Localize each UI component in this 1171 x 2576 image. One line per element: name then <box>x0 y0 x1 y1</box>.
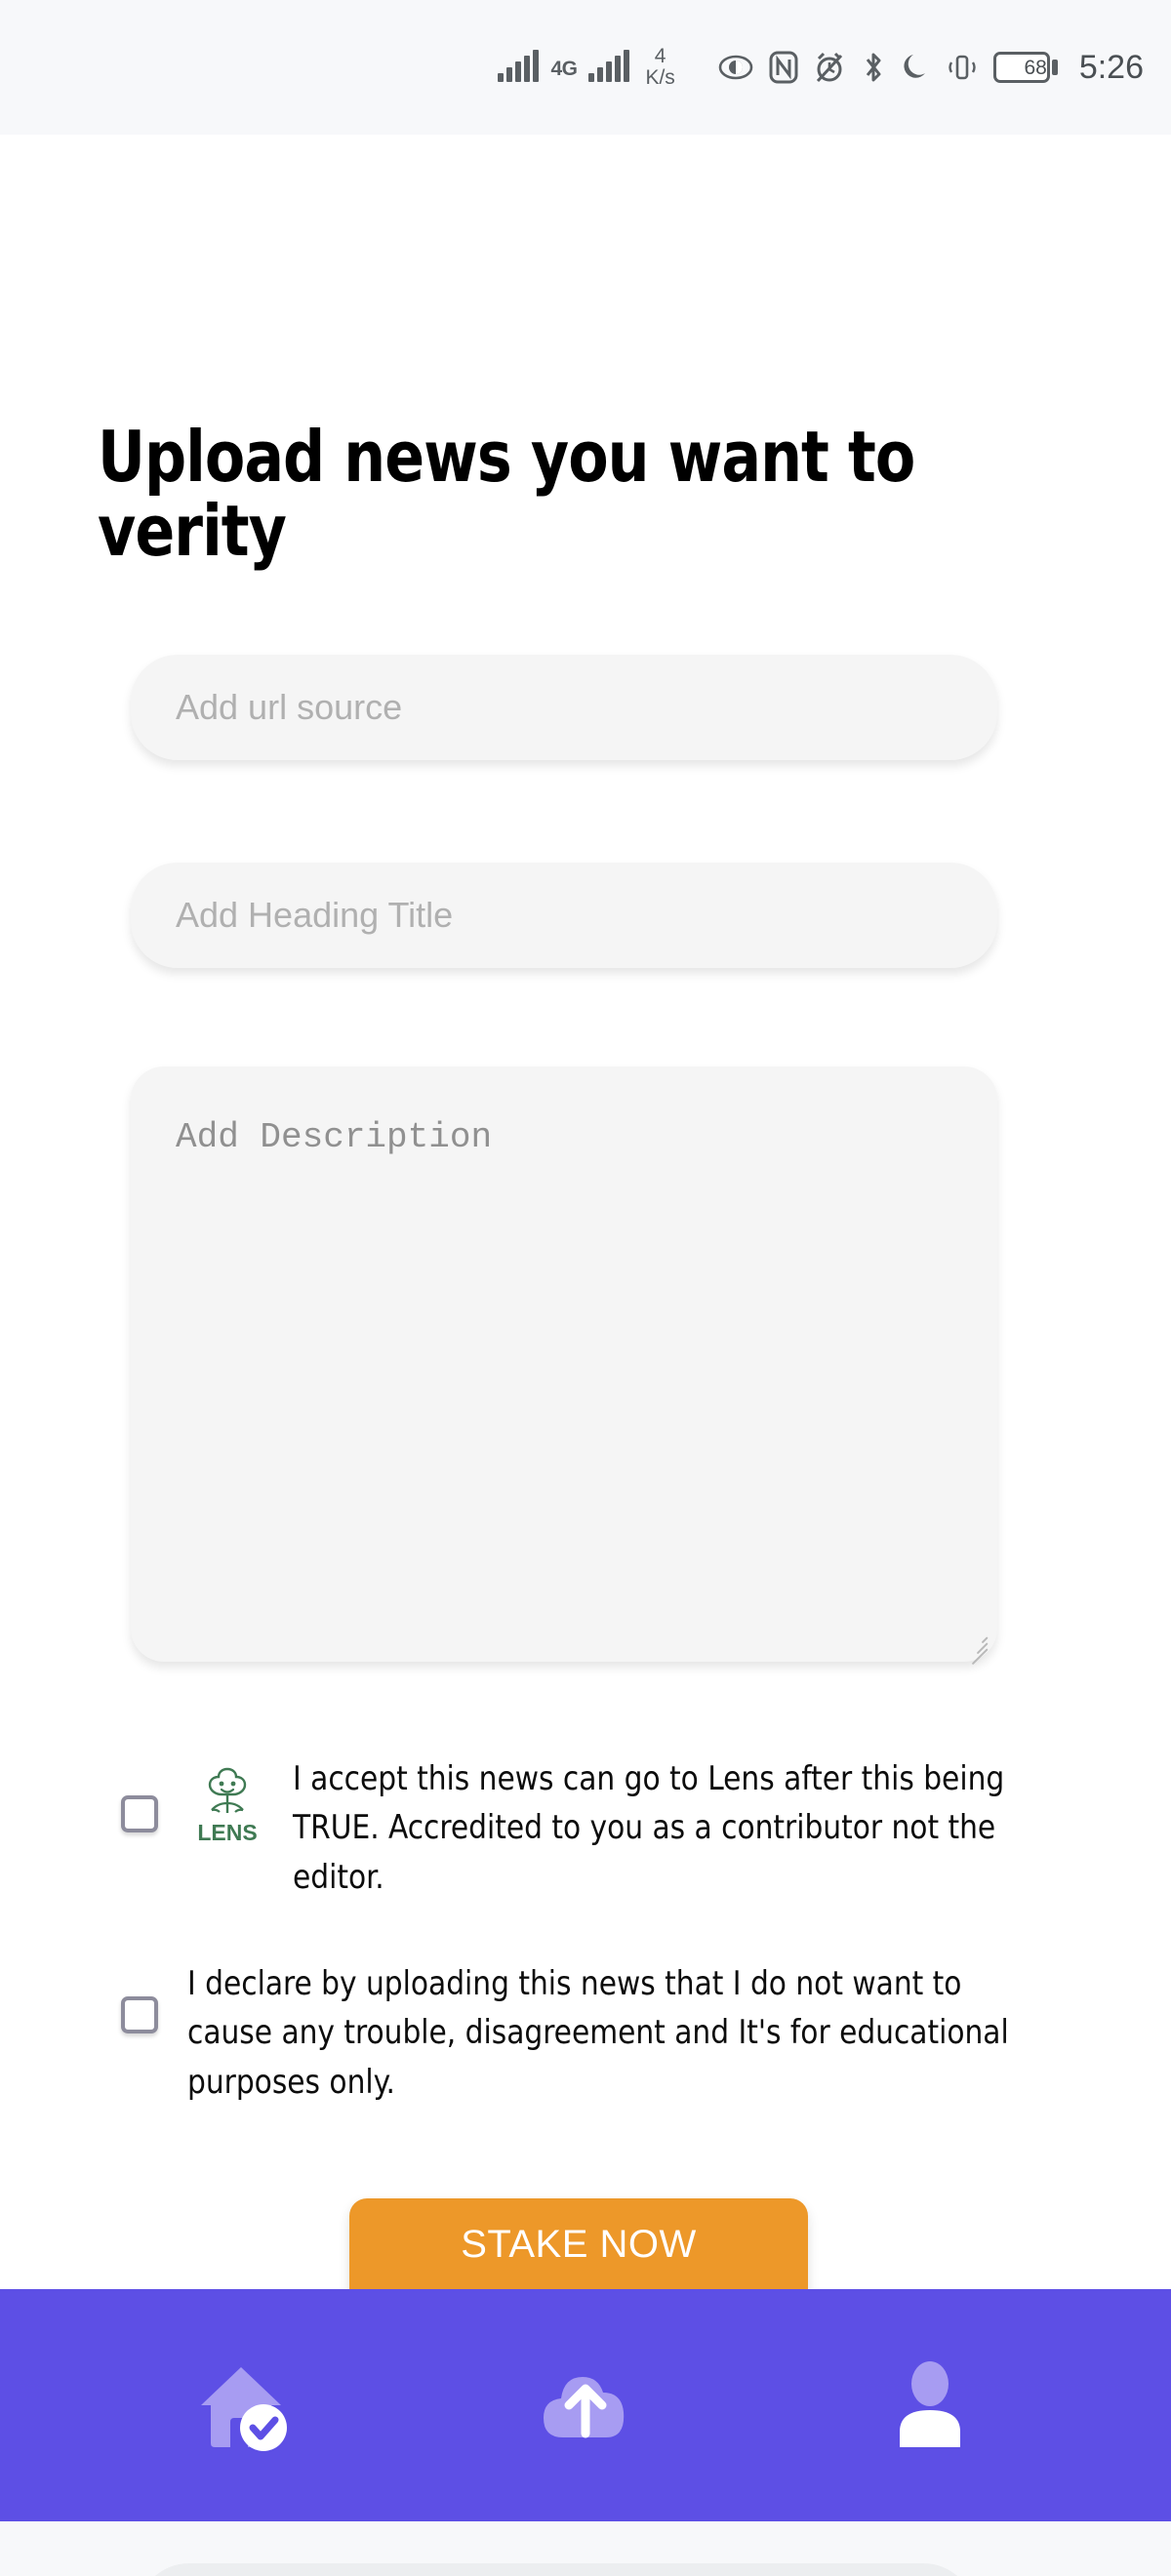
vibrate-icon <box>947 52 978 83</box>
url-source-input[interactable] <box>131 655 997 760</box>
status-bar: 4G 4 K/s 68 5:26 <box>0 0 1171 135</box>
lens-consent-text: I accept this news can go to Lens after … <box>293 1759 1005 1897</box>
lens-logo: LENS <box>189 1764 265 1844</box>
lens-consent-checkbox[interactable] <box>121 1795 158 1832</box>
signal-bars-icon-secondary <box>588 50 630 82</box>
phone-screen: 4G 4 K/s 68 5:26 Upload news you want to… <box>0 0 1171 2576</box>
heading-title-input[interactable] <box>131 863 997 968</box>
nav-item-home[interactable] <box>168 2332 314 2478</box>
consent-row-declaration: I declare by uploading this news that I … <box>121 1959 1107 2107</box>
lens-tree-icon <box>208 1767 247 1813</box>
person-icon <box>900 2361 961 2447</box>
declaration-consent-text: I declare by uploading this news that I … <box>187 1964 1009 2102</box>
page-content: Upload news you want to verity LENS <box>0 135 1171 2576</box>
cloud-upload-icon <box>543 2377 625 2438</box>
bluetooth-icon <box>861 51 886 84</box>
browser-omnibox[interactable]: proyectos.alejandrazerda.com/publish <box>137 2563 976 2576</box>
do-not-disturb-moon-icon <box>902 52 931 83</box>
battery-icon: 68 <box>992 52 1058 83</box>
status-bar-left: 4G 4 K/s <box>498 44 675 89</box>
browser-toolbar: proyectos.alejandrazerda.com/publish 1 <box>0 2521 1171 2576</box>
consent-row-lens: LENS I accept this news can go to Lens a… <box>121 1754 1097 1902</box>
alarm-off-icon <box>814 51 845 84</box>
declaration-consent-checkbox[interactable] <box>121 1996 158 2033</box>
nfc-icon <box>769 51 798 84</box>
app-bottom-nav <box>0 2289 1171 2521</box>
home-check-icon <box>200 2367 287 2451</box>
status-bar-right: 68 5:26 <box>718 49 1144 87</box>
network-speed-unit: K/s <box>645 66 675 89</box>
lens-logo-label: LENS <box>197 1820 258 1845</box>
page-title: Upload news you want to verity <box>98 416 915 573</box>
nav-item-upload[interactable] <box>512 2332 659 2478</box>
battery-level-label: 68 <box>1024 56 1047 79</box>
nav-item-profile[interactable] <box>857 2332 1003 2478</box>
signal-bars-icon <box>498 50 540 82</box>
network-speed: 4 K/s <box>645 44 675 89</box>
network-speed-value: 4 <box>654 44 666 67</box>
eye-icon <box>718 55 753 80</box>
status-bar-clock: 5:26 <box>1078 48 1144 86</box>
network-type-label: 4G <box>550 57 578 80</box>
description-textarea[interactable] <box>131 1067 997 1662</box>
network-type-group: 4G <box>550 57 578 80</box>
